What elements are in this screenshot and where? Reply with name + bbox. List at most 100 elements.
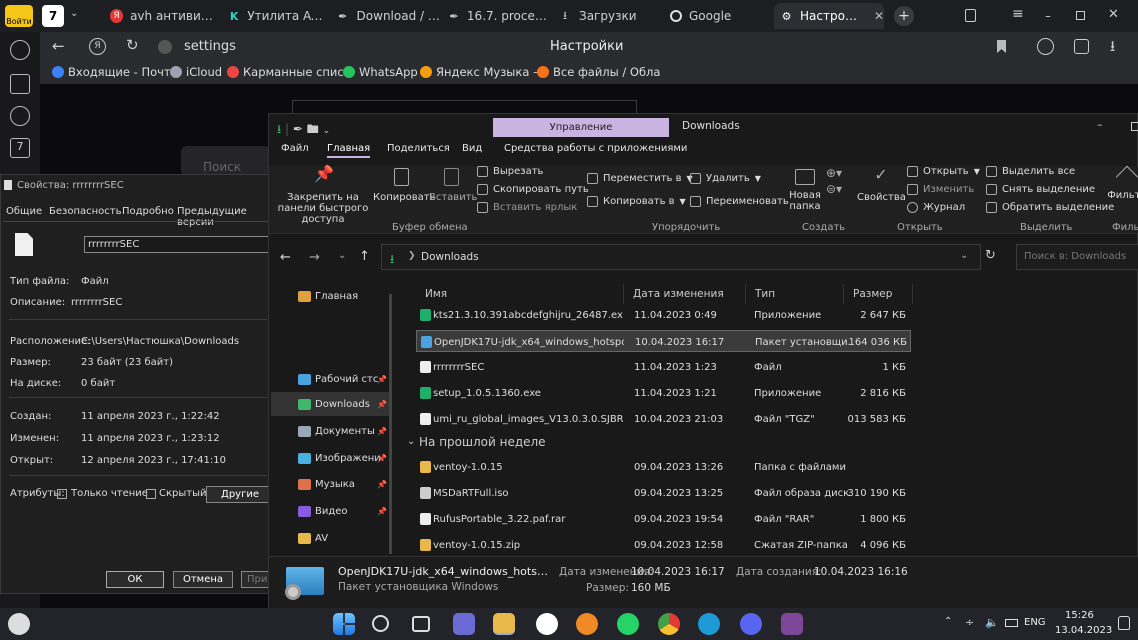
bookmark-lists[interactable]: Карманные списк [227,65,351,79]
language-indicator[interactable]: ENG [1024,617,1046,628]
maximize-icon[interactable] [1131,122,1138,131]
group-chevron-icon[interactable]: ⌄ [407,436,415,447]
group-header[interactable]: На прошлой неделе [419,435,546,449]
tabs-dropdown-icon[interactable]: ⌄ [70,8,78,19]
yandex-logo-icon[interactable]: Я [89,38,106,55]
tab-google[interactable]: Google [664,3,770,29]
tabs-overview-icon[interactable] [965,9,976,22]
delete-button[interactable]: Удалить ▼ [690,173,761,184]
properties-icon[interactable]: ✒ [293,122,303,136]
tab-avz[interactable]: K Утилита AVZ д [222,3,328,29]
context-tab-manage[interactable]: Управление [493,118,669,137]
column-name[interactable]: Имя [416,284,623,304]
media-icon[interactable] [10,106,30,126]
minimize-icon[interactable]: – [1045,9,1051,23]
move-to-button[interactable]: Переместить в ▼ [587,173,693,184]
new-folder-button[interactable]: Новая папка [784,166,826,212]
filename-field[interactable]: rrrrrrrrSEC [84,236,274,253]
forward-icon[interactable]: → [309,250,320,265]
tor-icon[interactable] [781,613,803,635]
tab-avh[interactable]: Яavh антивирус [104,3,216,29]
file-row[interactable]: MSDaRTFull.iso 09.04.2023 13:25 Файл образ… [416,482,911,504]
file-row[interactable]: kts21.3.10.391abcdefghijru_26487.exe 11.0… [416,304,911,326]
bookmark-icloud[interactable]: iCloud [170,65,222,79]
edit-button[interactable]: Изменить [907,184,974,195]
bookmark-music[interactable]: Яндекс Музыка — [420,65,545,79]
discord-icon[interactable] [740,613,762,635]
nav-item[interactable]: Изображени 📌 [271,446,389,470]
menu-share[interactable]: Поделиться [387,143,450,154]
file-row[interactable]: rrrrrrrrSEC 11.04.2023 1:23 Файл 1 КБ [416,356,911,378]
downloads-icon[interactable]: ⭳ [1110,36,1115,61]
file-row[interactable]: OpenJDK17U-jdk_x64_windows_hotspot_... 10… [416,330,911,352]
nav-item[interactable]: AV [271,526,389,550]
file-row[interactable]: setup_1.0.5.1360.exe 11.04.2023 1:21 Прило… [416,382,911,404]
wifi-icon[interactable]: ∻ [965,616,974,629]
hidden-checkbox[interactable] [146,489,156,499]
bookmark-icon[interactable] [997,40,1006,53]
close-window-icon[interactable]: ✕ [1108,7,1119,22]
filter-button[interactable]: Фильтр [1107,165,1138,201]
history-icon[interactable] [10,40,30,60]
nav-item[interactable]: Рабочий стс 📌 [271,367,389,391]
collections-icon[interactable] [1074,39,1089,54]
tab-procedure[interactable]: ✒ 16.7. procedure [442,3,548,29]
settings-search-box[interactable]: Поиск [181,146,271,176]
back-icon[interactable]: ← [280,250,291,265]
paste-button[interactable]: Вставить [429,166,477,203]
menu-view[interactable]: Вид [462,143,482,154]
chat-icon[interactable] [453,613,475,635]
download-arrow-icon[interactable]: ⭳ [277,122,281,136]
tab-download[interactable]: ✒ Download / Сс [330,3,440,29]
address-box[interactable]: ⭳ ❯ Downloads ⌄ [381,244,981,270]
tab-downloads[interactable]: ⭳ Загрузки [552,3,660,29]
cancel-button[interactable]: Отмена [173,571,233,588]
notifications-icon[interactable] [1118,616,1130,630]
menu-file[interactable]: Файл [281,143,309,154]
search-input[interactable]: Поиск в: Downloads [1016,244,1138,270]
bookmark-mail[interactable]: Входящие - Почта [52,65,178,79]
customize-icon[interactable]: ⌄ [323,126,331,136]
battery-icon[interactable] [1005,619,1018,627]
bookmark-disk[interactable]: Все файлы / Обла [537,65,660,79]
new-tab-button[interactable]: + [894,6,914,26]
file-row[interactable]: ventoy-1.0.15.zip 09.04.2023 12:58 Сжатая … [416,534,911,556]
firefox-icon[interactable] [576,613,598,635]
cut-button[interactable]: Вырезать [477,166,543,177]
clock-date[interactable]: 13.04.2023 [1055,625,1112,636]
moon-weather-icon[interactable] [8,613,30,635]
site-settings-icon[interactable] [158,40,172,54]
search-icon[interactable] [372,615,389,632]
readonly-checkbox[interactable] [57,489,67,499]
tab-details[interactable]: Подробно [122,206,174,217]
open-button[interactable]: Открыть ▼ [907,166,980,177]
column-type[interactable]: Тип [745,284,843,304]
file-row[interactable]: umi_ru_global_images_V13.0.3.0.SJBRUX...… [416,408,911,430]
column-date[interactable]: Дата изменения [623,284,745,304]
tab-security[interactable]: Безопасность [49,206,122,217]
globe-icon[interactable] [1037,38,1054,55]
tab-settings[interactable]: ⚙ Настройки ✕ [774,3,884,29]
copy-path-button[interactable]: Скопировать путь [477,184,589,195]
rename-button[interactable]: Переименовать [690,196,789,207]
recent-dropdown-icon[interactable]: ⌄ [338,250,346,261]
paste-shortcut-button[interactable]: Вставить ярлык [477,202,577,213]
menu-app-tools[interactable]: Средства работы с приложениями [504,143,687,154]
wallet-icon[interactable] [10,74,30,94]
new-item-icon[interactable]: ⊕▾ [826,166,842,180]
tray-chevron-icon[interactable]: ⌃ [944,616,952,627]
nav-scrollbar[interactable] [389,294,392,554]
minimize-icon[interactable]: – [1097,118,1103,131]
select-all-button[interactable]: Выделить все [986,166,1075,177]
easy-access-icon[interactable]: ⊜▾ [826,182,842,196]
bookmark-whatsapp[interactable]: WhatsApp [343,65,418,79]
nav-item[interactable]: Документы 📌 [271,419,389,443]
login-button[interactable]: Войти [5,5,33,27]
menu-icon[interactable]: ≡ [1012,6,1024,22]
tab-general[interactable]: Общие [6,206,42,217]
maximize-icon[interactable] [1076,11,1085,20]
copy-button[interactable]: Копировать [373,166,435,203]
tab-previous-versions[interactable]: Предыдущие версии [177,206,269,228]
pin-button[interactable]: 📌 Закрепить на панели быстрого доступа [273,166,373,226]
properties-button[interactable]: ✓ Свойства [857,166,906,204]
